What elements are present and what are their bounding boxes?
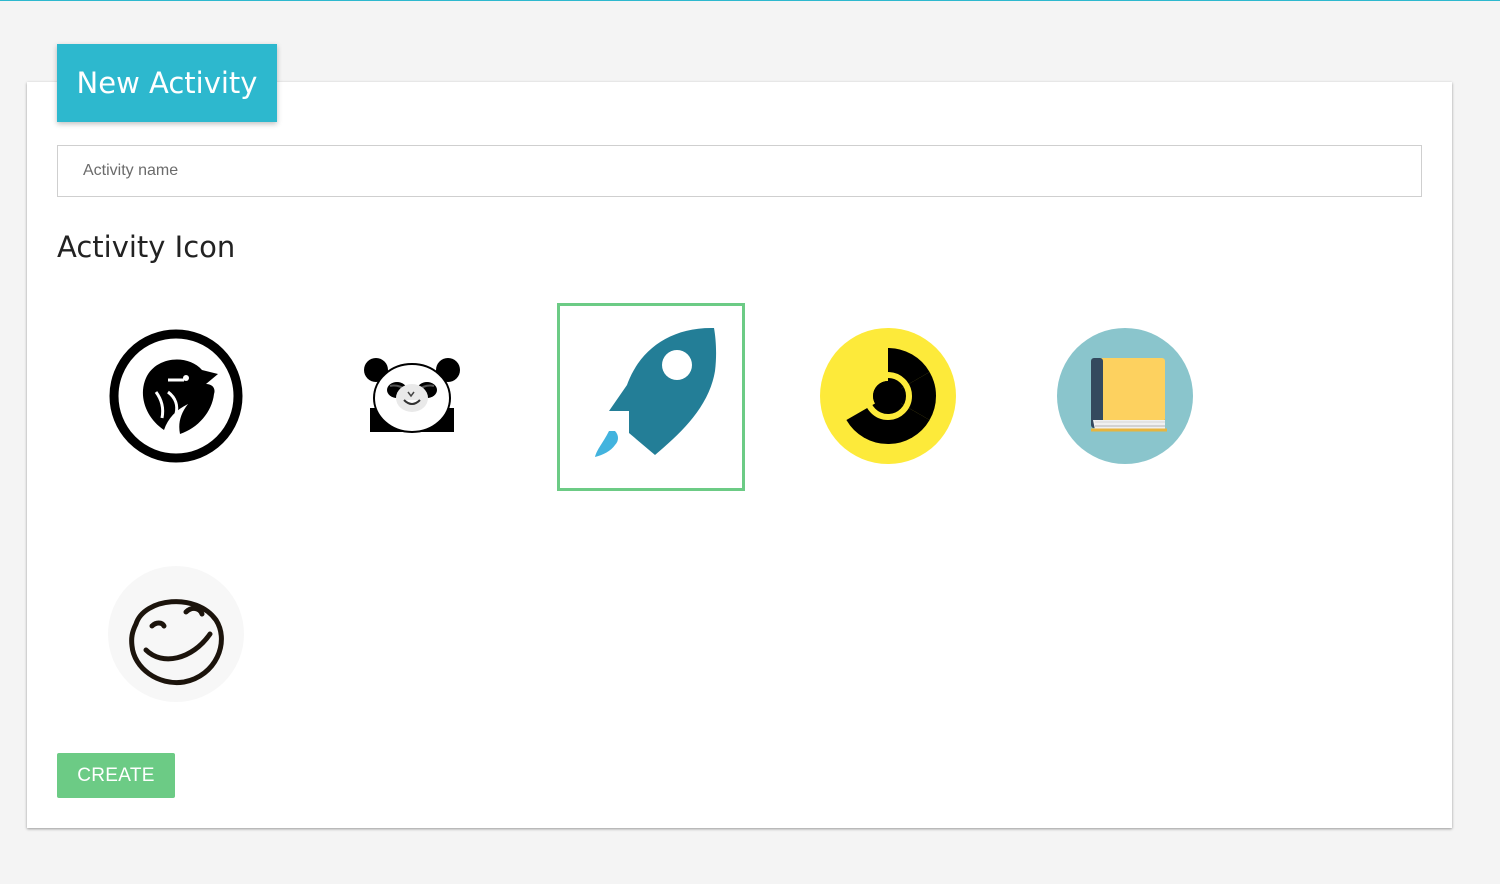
eagle-icon <box>109 329 243 463</box>
activity-name-input[interactable] <box>57 145 1422 197</box>
icon-option-book[interactable] <box>1031 302 1219 490</box>
activity-icon-heading: Activity Icon <box>57 230 236 264</box>
page-title: New Activity <box>57 44 277 122</box>
icon-option-eagle[interactable] <box>82 302 270 490</box>
icon-option-smiley[interactable] <box>82 540 270 728</box>
create-button[interactable]: CREATE <box>57 753 175 798</box>
icon-option-panda[interactable] <box>318 302 506 490</box>
smiley-icon <box>108 566 244 702</box>
book-icon <box>1057 328 1193 464</box>
icon-option-radiation[interactable] <box>794 302 982 490</box>
top-accent-line <box>0 0 1500 1</box>
icon-option-rocket[interactable] <box>557 303 745 491</box>
panda-meme-icon <box>364 358 460 433</box>
rocket-icon <box>595 327 717 457</box>
radiation-icon <box>820 328 956 464</box>
